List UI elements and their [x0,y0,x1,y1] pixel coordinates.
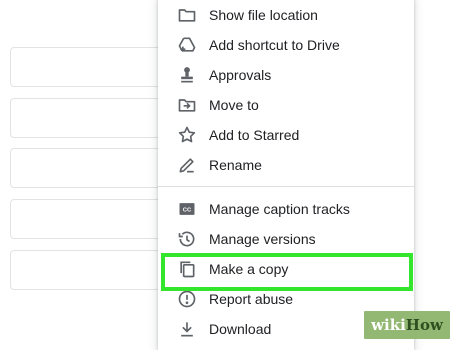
menu-item-label: Show file location [209,7,318,23]
menu-item-manage-versions[interactable]: Manage versions [158,224,414,254]
context-menu: Show file location Add shortcut to Drive… [158,0,414,350]
menu-item-add-shortcut-to-drive[interactable]: Add shortcut to Drive [158,30,414,60]
menu-item-rename[interactable]: Rename [158,150,414,180]
menu-item-report-abuse[interactable]: Report abuse [158,284,414,314]
copy-icon [177,259,197,279]
menu-item-label: Approvals [209,67,272,83]
wikihow-watermark: wiki How [364,311,450,339]
history-icon [177,229,197,249]
add-to-drive-icon [177,35,197,55]
menu-item-label: Move to [209,97,259,113]
menu-item-make-a-copy[interactable]: Make a copy [158,254,414,284]
menu-item-label: Add to Starred [209,127,300,143]
menu-item-show-file-location[interactable]: Show file location [158,0,414,30]
menu-item-label: Add shortcut to Drive [209,37,340,53]
menu-item-label: Report abuse [209,291,294,307]
menu-item-label: Manage versions [209,231,316,247]
menu-item-add-to-starred[interactable]: Add to Starred [158,120,414,150]
watermark-how-text: How [405,316,443,334]
folder-icon [177,5,197,25]
menu-divider [158,186,414,187]
closed-caption-icon: CC [177,199,197,219]
menu-item-manage-caption-tracks[interactable]: CC Manage caption tracks [158,194,414,224]
report-icon [177,289,197,309]
star-icon [177,125,197,145]
menu-item-label: Make a copy [209,261,289,277]
menu-item-approvals[interactable]: Approvals [158,60,414,90]
move-to-folder-icon [177,95,197,115]
download-icon [177,319,197,339]
menu-item-move-to[interactable]: Move to [158,90,414,120]
watermark-wiki-text: wiki [371,316,406,334]
pencil-icon [177,155,197,175]
menu-item-label: Rename [209,157,262,173]
svg-text:CC: CC [183,208,192,214]
menu-item-label: Download [209,321,272,337]
menu-item-label: Manage caption tracks [209,201,350,217]
approvals-stamp-icon [177,65,197,85]
